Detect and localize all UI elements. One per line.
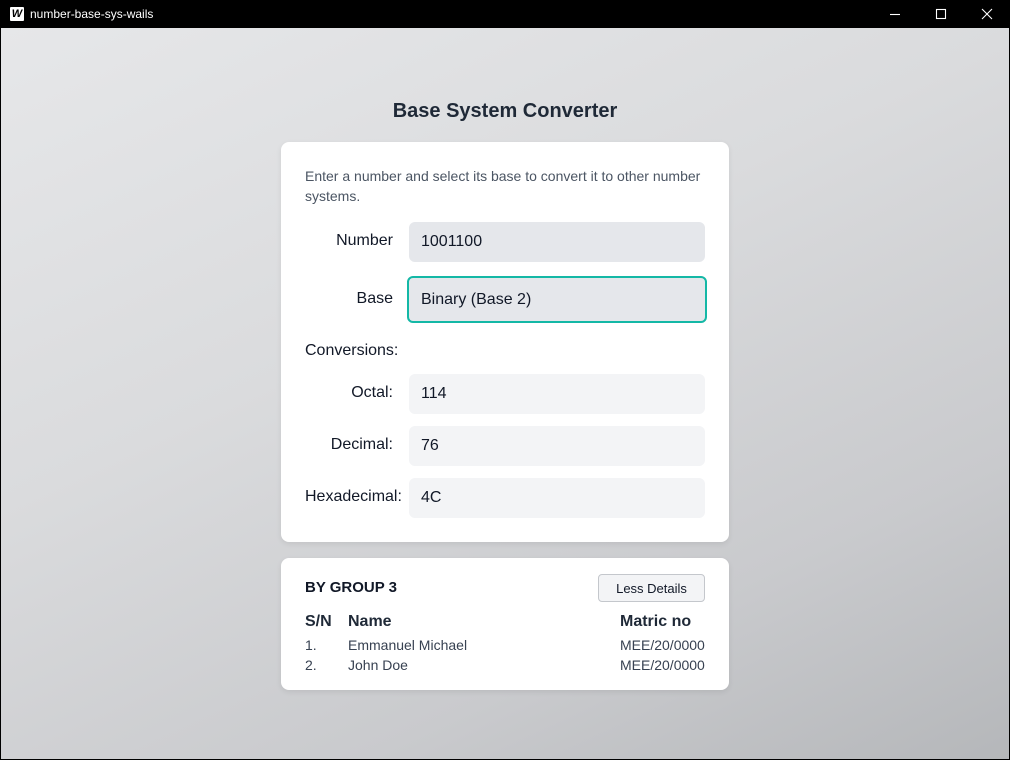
converter-card: Enter a number and select its base to co… (281, 142, 729, 542)
octal-label: Octal: (351, 384, 393, 401)
member-matric: MEE/20/0000 (620, 637, 705, 653)
hex-output[interactable]: 4C (409, 478, 705, 518)
member-sn: 1. (305, 637, 317, 653)
maximize-icon (935, 8, 947, 20)
decimal-label: Decimal: (330, 436, 393, 453)
decimal-output[interactable]: 76 (409, 426, 705, 466)
app-content: Base System Converter Enter a number and… (1, 28, 1009, 759)
group-card: BY GROUP 3 Less Details S/N Name Matric … (281, 558, 729, 690)
window-titlebar[interactable]: W number-base-sys-wails (0, 0, 1010, 28)
number-input[interactable]: 1001100 (409, 222, 705, 262)
hex-label: Hexadecimal: (305, 488, 402, 505)
member-sn: 2. (305, 657, 317, 673)
window-controls (872, 0, 1010, 28)
header-name: Name (348, 613, 392, 630)
window-title: number-base-sys-wails (30, 7, 154, 21)
conversions-label: Conversions: (305, 342, 399, 359)
member-name: John Doe (348, 657, 408, 673)
app-logo-icon: W (10, 7, 24, 21)
member-matric: MEE/20/0000 (620, 657, 705, 673)
base-label: Base (356, 290, 393, 307)
maximize-button[interactable] (918, 0, 964, 28)
minimize-icon (890, 13, 900, 16)
number-label: Number (336, 232, 393, 249)
member-name: Emmanuel Michael (348, 637, 468, 653)
base-select[interactable]: Binary (Base 2) (407, 276, 707, 323)
octal-output[interactable]: 114 (409, 374, 705, 414)
less-details-button[interactable]: Less Details (598, 574, 705, 602)
minimize-button[interactable] (872, 0, 918, 28)
page-title: Base System Converter (392, 100, 618, 122)
close-button[interactable] (964, 0, 1010, 28)
header-matric: Matric no (620, 613, 692, 630)
header-sn: S/N (305, 613, 332, 630)
close-icon (981, 8, 993, 20)
intro-text: Enter a number and select its base to co… (305, 168, 701, 204)
group-title: BY GROUP 3 (305, 579, 397, 596)
